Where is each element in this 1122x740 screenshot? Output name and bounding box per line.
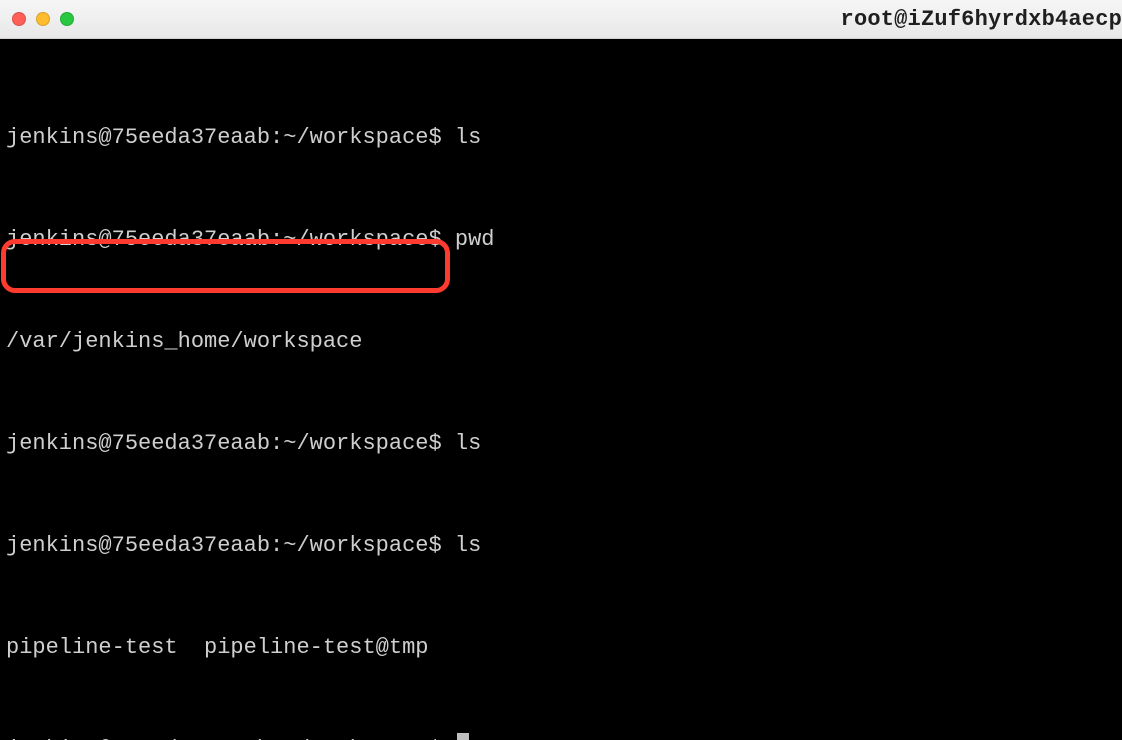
traffic-lights	[12, 12, 74, 26]
terminal-area[interactable]: jenkins@75eeda37eaab:~/workspace$ ls jen…	[0, 39, 1122, 740]
prompt: jenkins@75eeda37eaab:~/workspace$	[6, 431, 455, 456]
close-icon[interactable]	[12, 12, 26, 26]
terminal-window: root@iZuf6hyrdxb4aecp jenkins@75eeda37ea…	[0, 0, 1122, 740]
command: ls	[455, 125, 481, 150]
terminal-line: jenkins@75eeda37eaab:~/workspace$	[6, 733, 1116, 740]
maximize-icon[interactable]	[60, 12, 74, 26]
minimize-icon[interactable]	[36, 12, 50, 26]
prompt: jenkins@75eeda37eaab:~/workspace$	[6, 227, 455, 252]
command: ls	[455, 533, 481, 558]
terminal-line: jenkins@75eeda37eaab:~/workspace$ ls	[6, 121, 1116, 155]
terminal-line: jenkins@75eeda37eaab:~/workspace$ pwd	[6, 223, 1116, 257]
cursor-icon	[457, 733, 469, 740]
prompt: jenkins@75eeda37eaab:~/workspace$	[6, 125, 455, 150]
window-title: root@iZuf6hyrdxb4aecp	[841, 0, 1122, 38]
terminal-output: pipeline-test pipeline-test@tmp	[6, 631, 1116, 665]
terminal-output: /var/jenkins_home/workspace	[6, 325, 1116, 359]
titlebar: root@iZuf6hyrdxb4aecp	[0, 0, 1122, 39]
command: ls	[455, 431, 481, 456]
terminal-line: jenkins@75eeda37eaab:~/workspace$ ls	[6, 427, 1116, 461]
prompt: jenkins@75eeda37eaab:~/workspace$	[6, 533, 455, 558]
terminal-line: jenkins@75eeda37eaab:~/workspace$ ls	[6, 529, 1116, 563]
command: pwd	[455, 227, 495, 252]
